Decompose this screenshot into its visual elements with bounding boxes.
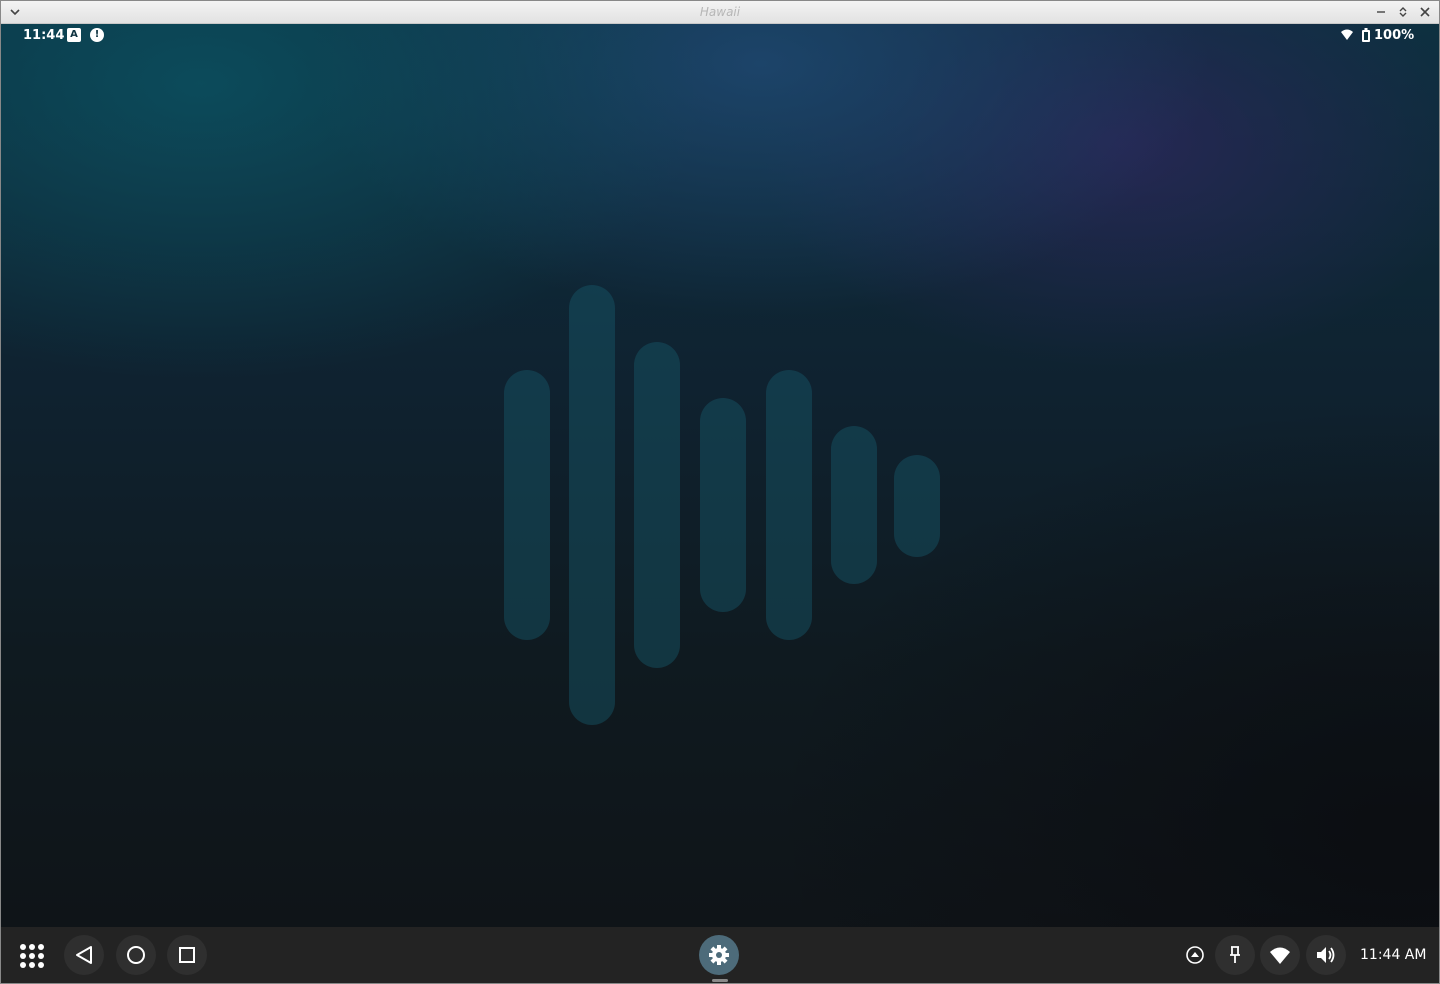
home-circle-icon[interactable]: [116, 935, 156, 975]
chevron-up-circle-icon[interactable]: [1175, 935, 1215, 975]
running-app-indicator: [712, 979, 728, 982]
wifi-icon[interactable]: [1260, 935, 1300, 975]
close-icon[interactable]: [1417, 4, 1433, 20]
wifi-icon: [1340, 28, 1354, 42]
status-bar: 11:44 A ! 100%: [1, 24, 1439, 48]
recent-square-icon[interactable]: [167, 935, 207, 975]
back-triangle-icon[interactable]: [64, 935, 104, 975]
logo-bar: [894, 455, 940, 557]
keyboard-notification-icon: A: [67, 28, 81, 42]
logo-bar: [569, 285, 615, 725]
pin-icon[interactable]: [1215, 935, 1255, 975]
app-grid-icon[interactable]: [12, 935, 52, 975]
gear-icon[interactable]: [699, 935, 739, 975]
window-title: Hawaii: [699, 5, 741, 19]
logo-bar: [766, 370, 812, 640]
minimize-icon[interactable]: [1373, 4, 1389, 20]
desktop-wallpaper: 11:44 A ! 100%: [1, 24, 1439, 927]
logo-bar: [700, 398, 746, 612]
taskbar-clock[interactable]: 11:44 AM: [1360, 947, 1426, 963]
battery-icon: [1361, 28, 1371, 42]
logo-bar: [634, 342, 680, 668]
status-time: 11:44: [23, 28, 65, 43]
logo-bar: [504, 370, 550, 640]
taskbar: 11:44 AM: [1, 927, 1439, 983]
volume-icon[interactable]: [1306, 935, 1346, 975]
battery-percent: 100%: [1374, 28, 1415, 43]
alert-notification-icon: !: [90, 28, 104, 42]
window-titlebar[interactable]: Hawaii: [0, 0, 1440, 24]
wallpaper-logo: [1, 24, 1439, 927]
logo-bar: [831, 426, 877, 584]
maximize-icon[interactable]: [1395, 4, 1411, 20]
